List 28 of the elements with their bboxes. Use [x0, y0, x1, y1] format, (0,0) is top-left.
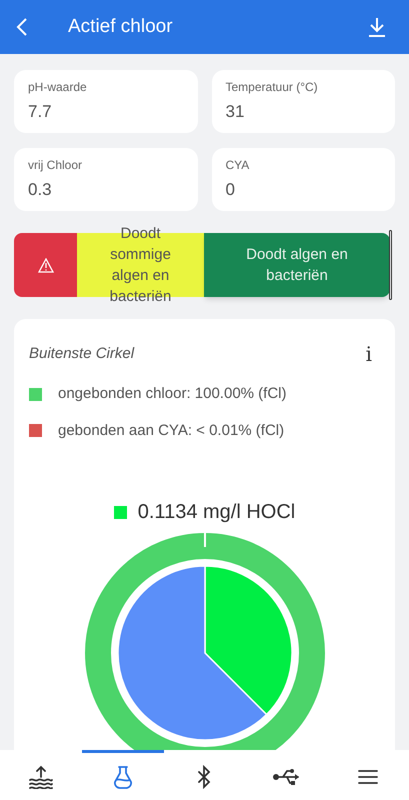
measurement-card[interactable]: pH-waarde 7.7	[14, 70, 198, 133]
download-icon	[368, 17, 386, 37]
back-icon	[16, 17, 28, 37]
chart-title: Buitenste Cirkel	[29, 344, 134, 364]
measurement-value: 0.3	[28, 179, 53, 201]
measurement-value: 7.7	[28, 101, 53, 123]
warning-icon	[38, 258, 54, 272]
scroll-indicator	[389, 230, 392, 300]
bluetooth-icon	[196, 764, 212, 788]
measurement-card[interactable]: vrij Chloor 0.3	[14, 148, 198, 211]
effect-label: Doodt algen en bacteriën	[245, 245, 349, 286]
screen-title: Actief chloor	[68, 14, 174, 39]
measurement-card[interactable]: CYA 0	[212, 148, 395, 211]
legend-label: ongebonden chloor: 100.00% (fCl)	[58, 384, 286, 404]
measurement-label: vrij Chloor	[28, 157, 84, 174]
measurement-label: CYA	[226, 157, 250, 174]
measurement-label: Temperatuur (°C)	[226, 79, 319, 96]
flask-icon	[112, 764, 134, 788]
measurement-card[interactable]: Temperatuur (°C) 31	[212, 70, 395, 133]
usb-icon	[272, 766, 300, 786]
info-button[interactable]: i	[366, 339, 380, 369]
result-label: 0.1134 mg/l HOCl	[138, 500, 296, 525]
measurement-value: 0	[226, 179, 236, 201]
pool-icon	[28, 764, 54, 788]
menu-icon	[358, 768, 378, 784]
measurement-label: pH-waarde	[28, 79, 88, 96]
measurement-value: 31	[226, 101, 246, 123]
legend-label: gebonden aan CYA: < 0.01% (fCl)	[58, 420, 284, 440]
